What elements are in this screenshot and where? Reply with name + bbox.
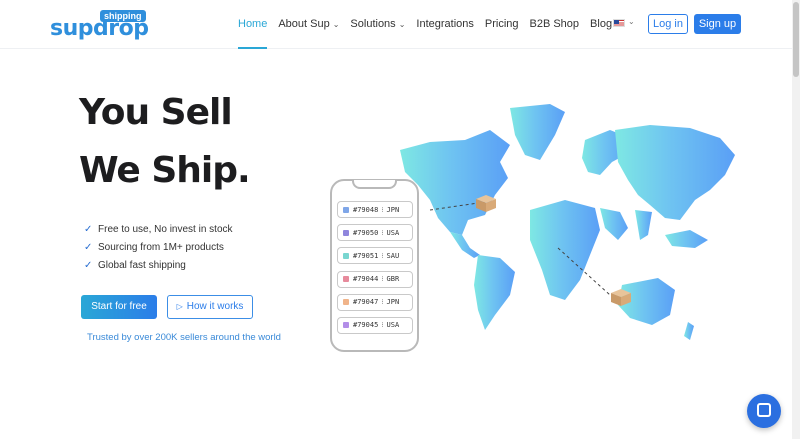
greenland (510, 104, 565, 160)
nav-blog[interactable]: Blog (590, 0, 612, 49)
order-list: #79048 ⁝ JPN #79050 ⁝ USA #79051 ⁝ SAU #79044 ⁝… (337, 201, 413, 340)
phone-notch (352, 180, 397, 189)
how-it-works-button[interactable]: ▷ How it works (167, 295, 253, 319)
scrollbar[interactable] (792, 0, 800, 439)
order-box-icon (343, 206, 349, 213)
order-item: #79051 ⁝ SAU (337, 247, 413, 265)
feature-list: ✓ Free to use, No invest in stock ✓ Sourci… (84, 223, 233, 277)
start-for-free-button[interactable]: Start for free (81, 295, 157, 319)
feature-item: ✓ Free to use, No invest in stock (84, 223, 233, 241)
nav-integrations[interactable]: Integrations (416, 0, 473, 49)
order-item: #79045 ⁝ USA (337, 316, 413, 334)
order-box-icon (343, 299, 349, 306)
chat-widget-button[interactable] (747, 394, 781, 428)
hero-headline-line2: We Ship. (79, 150, 251, 191)
india (635, 210, 652, 240)
order-box-icon (343, 322, 349, 329)
logo-tag: shipping (100, 10, 146, 22)
signup-button[interactable]: Sign up (694, 14, 741, 34)
nav-b2b-shop[interactable]: B2B Shop (530, 0, 580, 49)
phone-mockup: #79048 ⁝ JPN #79050 ⁝ USA #79051 ⁝ SAU #79044 ⁝… (330, 179, 419, 352)
check-icon: ✓ (84, 260, 93, 271)
south-america (474, 255, 515, 330)
order-item: #79044 ⁝ GBR (337, 270, 413, 288)
feature-item: ✓ Global fast shipping (84, 259, 233, 277)
order-box-icon (343, 229, 349, 236)
hero-headline-line1: You Sell (79, 92, 233, 133)
nav-solutions[interactable]: Solutions ⌄ (350, 0, 405, 49)
logo[interactable]: supdrop shipping (50, 10, 150, 42)
central-america (450, 232, 480, 258)
feature-item: ✓ Sourcing from 1M+ products (84, 241, 233, 259)
nav-home[interactable]: Home (238, 0, 268, 49)
site-header: supdrop shipping Home About Sup ⌄ Solutio… (0, 0, 800, 49)
order-box-icon (343, 276, 349, 283)
nav-about-sup[interactable]: About Sup ⌄ (278, 0, 339, 49)
trusted-text[interactable]: Trusted by over 200K sellers around the … (87, 332, 281, 343)
us-flag-icon[interactable] (613, 19, 625, 27)
asia (615, 125, 735, 220)
scrollbar-thumb[interactable] (793, 2, 799, 77)
order-box-icon (343, 252, 349, 259)
indonesia (665, 230, 708, 248)
order-item: #79050 ⁝ USA (337, 224, 413, 242)
africa (530, 200, 600, 300)
order-item: #79047 ⁝ JPN (337, 293, 413, 311)
chevron-down-icon[interactable]: ⌄ (628, 17, 635, 26)
world-map (400, 104, 735, 340)
parcel-icon (611, 289, 631, 306)
login-button[interactable]: Log in (648, 14, 688, 34)
main-nav: Home About Sup ⌄ Solutions ⌄ Integrations … (238, 0, 623, 49)
nav-pricing[interactable]: Pricing (485, 0, 519, 49)
arabia (600, 208, 628, 240)
new-zealand (684, 322, 694, 340)
order-item: #79048 ⁝ JPN (337, 201, 413, 218)
chat-icon (757, 403, 771, 417)
chevron-down-icon: ⌄ (332, 20, 340, 29)
chevron-down-icon: ⌄ (398, 20, 406, 29)
check-icon: ✓ (84, 224, 93, 235)
play-icon: ▷ (176, 302, 183, 311)
parcel-icon (476, 195, 496, 212)
check-icon: ✓ (84, 242, 93, 253)
